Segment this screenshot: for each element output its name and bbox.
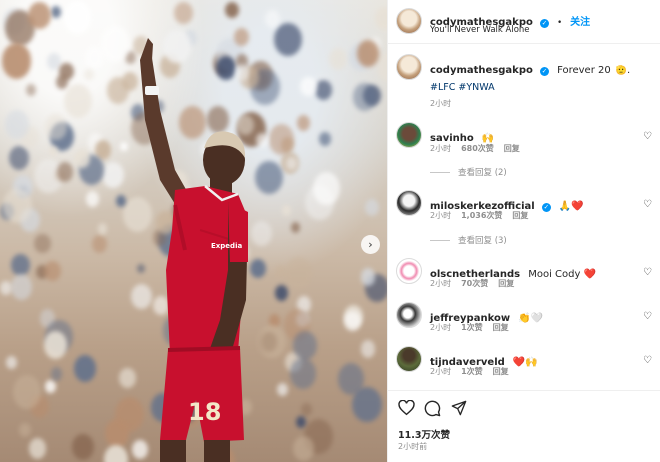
- commenter-avatar[interactable]: [396, 190, 422, 216]
- post-like-count[interactable]: 11.3万次赞: [398, 427, 450, 441]
- comment-like-count[interactable]: 70次赞: [461, 279, 488, 288]
- comment-like-heart-icon[interactable]: ♡: [643, 199, 652, 210]
- caption-time: 2小时: [430, 99, 452, 108]
- reply-button[interactable]: 回复: [498, 279, 514, 288]
- comment-time: 2小时: [430, 367, 452, 376]
- view-replies-button[interactable]: 查看回复 (3): [430, 234, 507, 246]
- commenter-avatar[interactable]: [396, 346, 422, 372]
- reply-button[interactable]: 回复: [493, 367, 509, 376]
- shirt-sponsor-text: Expedia: [211, 242, 242, 250]
- comment-text: Mooi Cody ❤️: [528, 269, 597, 280]
- comment-like-count[interactable]: 1次赞: [461, 367, 483, 376]
- reply-button[interactable]: 回复: [512, 211, 528, 220]
- comment-like-heart-icon[interactable]: ♡: [643, 267, 652, 278]
- commenter-avatar[interactable]: [396, 122, 422, 148]
- player-figure: 18 Expedia: [140, 38, 248, 462]
- wristband: [145, 86, 159, 95]
- post-time: 2小时前: [398, 442, 428, 451]
- salute-emoji-icon: 🫡: [615, 66, 628, 76]
- comment-time: 2小时: [430, 323, 452, 332]
- reply-button[interactable]: 回复: [493, 323, 509, 332]
- commenter-avatar[interactable]: [396, 258, 422, 284]
- view-replies-button[interactable]: 查看回复 (2): [430, 166, 507, 178]
- comment-time: 2小时: [430, 144, 452, 153]
- caption-hashtags[interactable]: #LFC #YNWA: [430, 82, 495, 93]
- author-avatar[interactable]: [396, 8, 422, 34]
- post-side-panel: codymathesgakpo ✓ • 关注 You'll Never Walk…: [387, 0, 660, 462]
- paper-plane-icon[interactable]: [451, 400, 467, 416]
- reply-button[interactable]: 回复: [504, 144, 520, 153]
- comment-like-heart-icon[interactable]: ♡: [643, 355, 652, 366]
- follow-button[interactable]: 关注: [570, 17, 590, 28]
- heart-outline-icon[interactable]: [398, 400, 415, 416]
- comment-like-heart-icon[interactable]: ♡: [643, 131, 652, 142]
- song-title[interactable]: You'll Never Walk Alone: [430, 25, 530, 35]
- verified-badge-icon: ✓: [539, 66, 549, 76]
- speech-bubble-icon[interactable]: [424, 400, 441, 417]
- comment-time: 2小时: [430, 211, 452, 220]
- comment-time: 2小时: [430, 279, 452, 288]
- caption-username[interactable]: codymathesgakpo: [430, 65, 533, 76]
- caption-text: Forever 20: [557, 65, 611, 76]
- comment-like-count[interactable]: 1次赞: [461, 323, 483, 332]
- comment-like-heart-icon[interactable]: ♡: [643, 311, 652, 322]
- comment-text: 👏🤍: [518, 313, 544, 324]
- post-photo: 18 Expedia ›: [0, 0, 387, 462]
- comment-like-count[interactable]: 1,036次赞: [461, 211, 502, 220]
- comment-text: 🙏❤️: [558, 201, 584, 212]
- verified-badge-icon: ✓: [539, 18, 549, 28]
- shorts-number: 18: [188, 398, 221, 426]
- commenter-avatar[interactable]: [396, 302, 422, 328]
- comment-like-count[interactable]: 680次赞: [461, 144, 494, 153]
- verified-badge-icon: ✓: [541, 202, 551, 212]
- next-photo-button[interactable]: ›: [361, 235, 380, 254]
- caption-avatar[interactable]: [396, 54, 422, 80]
- post-header: codymathesgakpo ✓ • 关注 You'll Never Walk…: [388, 0, 660, 44]
- post-actions: 11.3万次赞 2小时前: [388, 390, 660, 462]
- chevron-right-icon: ›: [368, 238, 373, 251]
